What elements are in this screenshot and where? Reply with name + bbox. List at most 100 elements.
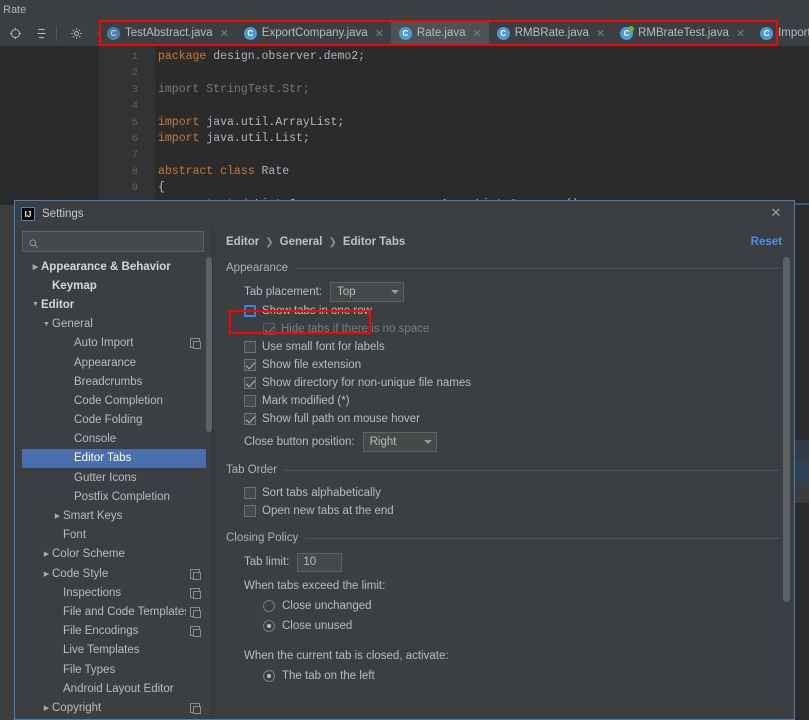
sidebar-item-copyright[interactable]: ▶ Copyright [22,698,206,717]
copy-settings-icon[interactable] [190,587,201,599]
breadcrumb-rate: Rate [3,4,27,16]
code-editor[interactable]: 12345678910 package design.observer.demo… [0,46,809,206]
code-text[interactable]: package design.observer.demo2; import St… [158,49,809,206]
toolbar-divider [56,25,57,41]
sidebar-item-appearance-behavior[interactable]: ▶ Appearance & Behavior [22,257,206,276]
appearance-checkbox-list: Show tabs in one row Hide tabs if there i… [218,302,794,428]
tab-close-icon[interactable]: ✕ [596,27,605,40]
search-input[interactable] [43,235,198,248]
copy-settings-icon[interactable] [190,568,201,580]
checkbox-open-new-tabs-at-the-end[interactable]: Open new tabs at the end [244,502,794,520]
settings-gear-icon[interactable] [65,22,87,44]
editor-tab-rmbratetest-java[interactable]: C RMBrateTest.java ✕ [612,20,752,46]
sidebar-item-android-layout-editor[interactable]: Android Layout Editor [22,679,206,698]
copy-settings-icon[interactable] [190,702,201,714]
sidebar-item-file-encodings[interactable]: File Encodings [22,622,206,641]
sidebar-item-auto-import[interactable]: Auto Import [22,334,206,353]
sidebar-item-code-style[interactable]: ▶ Code Style [22,564,206,583]
class-abstract-icon: C [107,26,120,40]
tab-placement-dropdown[interactable]: Top [330,282,404,302]
checkbox-icon[interactable] [244,395,256,407]
sidebar-item-gutter-icons[interactable]: Gutter Icons [22,468,206,487]
checkbox-hide-tabs-if-there-is-no-space: Hide tabs if there is no space [263,320,794,338]
radio-icon[interactable] [263,600,275,612]
sidebar-item-file-and-code-templates[interactable]: File and Code Templates [22,602,206,621]
tab-limit-label: Tab limit: [244,556,290,568]
sidebar-item-breadcrumbs[interactable]: Breadcrumbs [22,372,206,391]
chevron-right-icon[interactable]: ▶ [30,263,41,271]
checkbox-sort-tabs-alphabetically[interactable]: Sort tabs alphabetically [244,484,794,502]
collapse-all-icon[interactable] [30,22,52,44]
sidebar-item-code-completion[interactable]: Code Completion [22,391,206,410]
checkbox-show-full-path-on-mouse-hover[interactable]: Show full path on mouse hover [244,410,794,428]
editor-tab-rate-java[interactable]: C Rate.java ✕ [390,20,489,46]
tab-limit-input[interactable]: 10 [297,552,343,572]
close-button-position-dropdown[interactable]: Right [362,432,437,452]
checkbox-icon[interactable] [244,305,256,317]
tab-close-icon[interactable]: ✕ [473,27,482,40]
editor-tab-rmbrate-java[interactable]: C RMBRate.java ✕ [489,20,612,46]
sidebar-item-smart-keys[interactable]: ▶ Smart Keys [22,506,206,525]
checkbox-icon[interactable] [244,359,256,371]
sidebar-item-file-types[interactable]: File Types [22,660,206,679]
reset-link[interactable]: Reset [751,236,782,248]
settings-search-box[interactable] [22,231,204,252]
sidebar-item-general[interactable]: ▼ General [22,315,206,334]
settings-tree[interactable]: ▶ Appearance & Behavior Keymap ▼ Editor ▼ Gene… [22,257,212,719]
chevron-down-icon[interactable]: ▼ [41,321,52,328]
copy-settings-icon[interactable] [190,338,201,350]
code-folding-column[interactable] [145,46,155,206]
sidebar-item-label: File and Code Templates [63,605,186,618]
checkbox-show-directory-for-non-unique-file-names[interactable]: Show directory for non-unique file names [244,374,794,392]
radio-the-tab-on-the-left[interactable]: The tab on the left [263,666,794,686]
sidebar-item-code-folding[interactable]: Code Folding [22,411,206,430]
chevron-down-icon[interactable]: ▼ [30,301,41,308]
editor-tab-importcompany-java[interactable]: CImportCompany.java✕ [752,20,809,46]
close-icon[interactable]: ✕ [768,205,784,221]
sidebar-item-label: Code Style [52,567,109,580]
editor-tab-exportcompany-java[interactable]: C ExportCompany.java ✕ [236,20,391,46]
tab-close-icon[interactable]: ✕ [220,27,229,40]
sidebar-item-console[interactable]: Console [22,430,206,449]
checkbox-mark-modified-[interactable]: Mark modified (*) [244,392,794,410]
checkbox-icon[interactable] [244,487,256,499]
breadcrumb-editor[interactable]: Editor [226,236,259,248]
line-number: 3 [131,83,138,96]
sidebar-item-editor[interactable]: ▼ Editor [22,295,206,314]
checkbox-icon [263,323,275,335]
sidebar-item-color-scheme[interactable]: ▶ Color Scheme [22,545,206,564]
sidebar-item-appearance[interactable]: Appearance [22,353,206,372]
settings-scrollbar[interactable] [783,257,790,602]
checkbox-label: Show tabs in one row [262,305,372,317]
sidebar-item-editor-tabs[interactable]: Editor Tabs [22,448,206,469]
checkbox-use-small-font-for-labels[interactable]: Use small font for labels [244,338,794,356]
radio-close-unused[interactable]: Close unused [263,616,794,636]
radio-icon[interactable] [263,670,275,682]
sidebar-item-inspections[interactable]: Inspections [22,583,206,602]
checkbox-icon[interactable] [244,413,256,425]
radio-close-unchanged[interactable]: Close unchanged [263,596,794,616]
locate-icon[interactable] [4,22,26,44]
sidebar-item-live-templates[interactable]: Live Templates [22,641,206,660]
chevron-right-icon[interactable]: ▶ [52,512,63,520]
breadcrumb-general[interactable]: General [280,236,323,248]
checkbox-icon[interactable] [244,505,256,517]
tab-close-icon[interactable]: ✕ [736,27,745,40]
copy-settings-icon[interactable] [190,606,201,618]
checkbox-show-file-extension[interactable]: Show file extension [244,356,794,374]
copy-settings-icon[interactable] [190,626,201,638]
radio-icon[interactable] [263,620,275,632]
sidebar-item-postfix-completion[interactable]: Postfix Completion [22,487,206,506]
chevron-right-icon[interactable]: ▶ [41,570,52,578]
checkbox-show-tabs-in-one-row[interactable]: Show tabs in one row [244,302,794,320]
sidebar-item-keymap[interactable]: Keymap [22,276,206,295]
tab-close-icon[interactable]: ✕ [375,27,384,40]
checkbox-icon[interactable] [244,341,256,353]
chevron-right-icon[interactable]: ▶ [41,550,52,558]
sidebar-item-font[interactable]: Font [22,526,206,545]
chevron-right-icon[interactable]: ▶ [41,704,52,712]
editor-tab-testabstract-java[interactable]: C TestAbstract.java ✕ [99,20,236,46]
checkbox-icon[interactable] [244,377,256,389]
code-token: { [158,181,165,195]
